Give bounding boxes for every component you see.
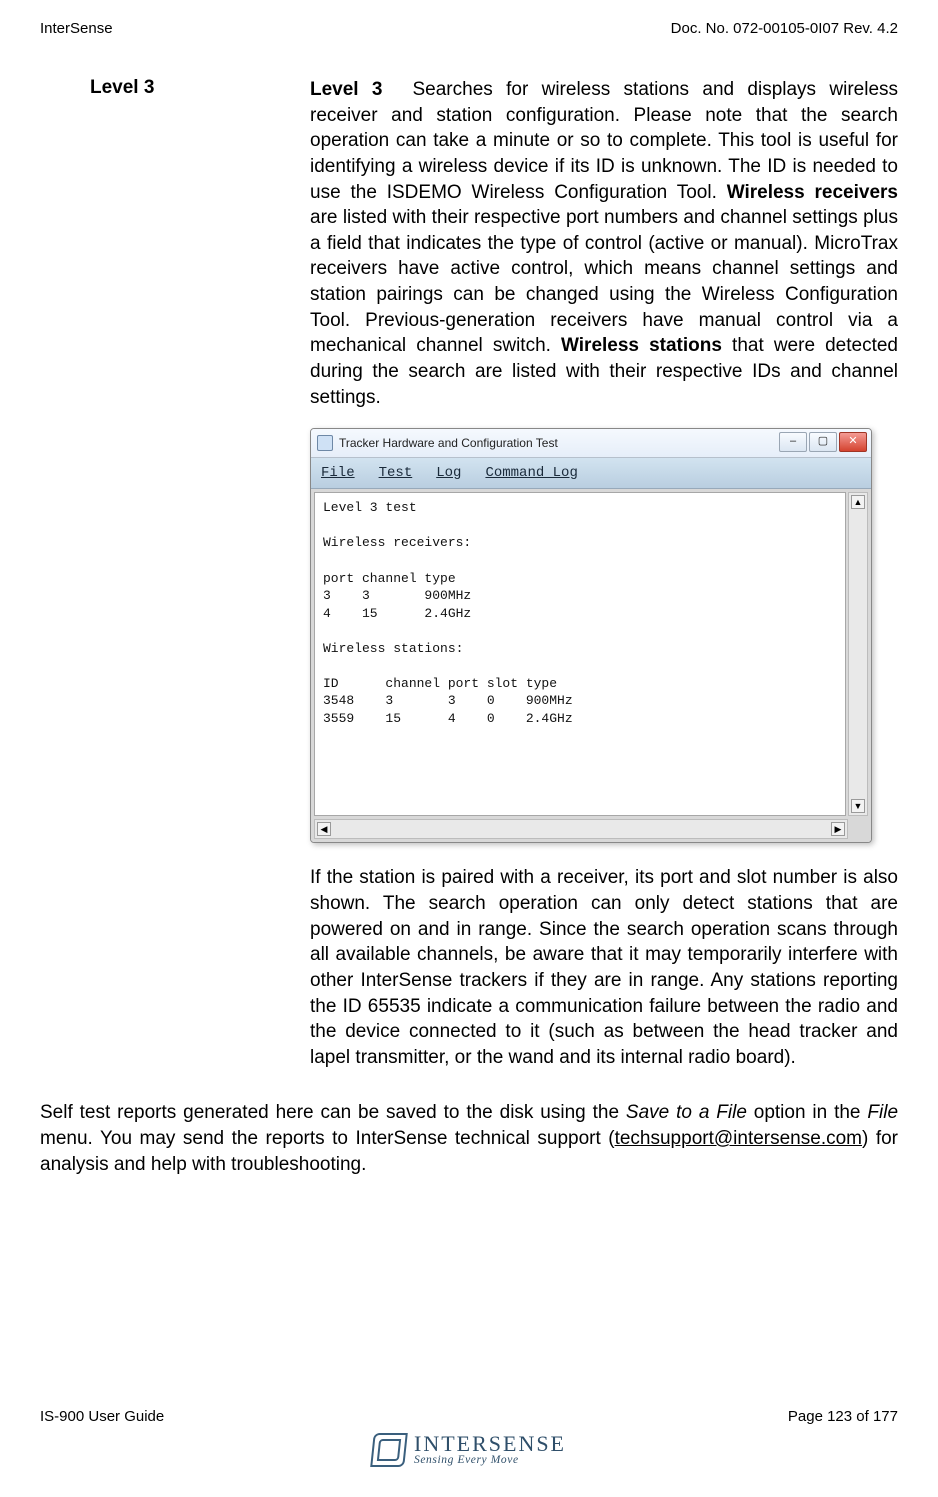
bp-file-menu: File (867, 1102, 898, 1123)
section-lead-bold: Level 3 (310, 79, 383, 100)
scroll-left-arrow-icon[interactable]: ◀ (317, 822, 331, 836)
menu-command-log[interactable]: Command Log (485, 464, 577, 483)
page-header: InterSense Doc. No. 072-00105-0I07 Rev. … (40, 20, 898, 37)
scroll-corner (848, 819, 868, 839)
document-page: InterSense Doc. No. 072-00105-0I07 Rev. … (0, 0, 938, 1497)
p1-bold1: Wireless receivers (727, 182, 898, 203)
close-button[interactable]: ✕ (839, 432, 867, 452)
level3-section: Level 3 Level 3Searches for wireless sta… (40, 77, 898, 1070)
app-window: Tracker Hardware and Configuration Test … (310, 428, 872, 843)
window-titlebar[interactable]: Tracker Hardware and Configuration Test … (311, 429, 871, 458)
bottom-paragraph: Self test reports generated here can be … (40, 1100, 898, 1177)
horizontal-scrollbar[interactable]: ◀ ▶ (314, 819, 848, 839)
window-title-text: Tracker Hardware and Configuration Test (339, 435, 558, 451)
logo-brand: INTERSENSE (414, 1433, 566, 1455)
window-app-icon (317, 435, 333, 451)
minimize-button[interactable]: – (779, 432, 807, 452)
vertical-scrollbar[interactable]: ▲ ▼ (848, 492, 868, 816)
scroll-down-arrow-icon[interactable]: ▼ (851, 799, 865, 813)
menu-log[interactable]: Log (436, 464, 461, 483)
bp-t3: menu. You may send the reports to InterS… (40, 1128, 615, 1149)
header-right: Doc. No. 072-00105-0I07 Rev. 4.2 (671, 20, 898, 37)
section-body: Level 3Searches for wireless stations an… (310, 77, 898, 1070)
hscroll-row: ◀ ▶ (311, 819, 871, 842)
footer-left: IS-900 User Guide (40, 1408, 164, 1425)
window-menubar: File Test Log Command Log (311, 458, 871, 489)
section-label: Level 3 (40, 77, 310, 1070)
header-left: InterSense (40, 20, 113, 37)
section-para2: If the station is paired with a receiver… (310, 865, 898, 1070)
logo-tagline: Sensing Every Move (414, 1455, 566, 1467)
menu-test[interactable]: Test (379, 464, 413, 483)
intersense-logo-icon (370, 1433, 408, 1467)
scroll-right-arrow-icon[interactable]: ▶ (831, 822, 845, 836)
bp-t2: option in the (747, 1102, 868, 1123)
window-controls: – ▢ ✕ (779, 432, 867, 452)
scroll-up-arrow-icon[interactable]: ▲ (851, 495, 865, 509)
section-para1: Level 3Searches for wireless stations an… (310, 77, 898, 410)
footer-line: IS-900 User Guide Page 123 of 177 (40, 1408, 898, 1425)
bp-t1: Self test reports generated here can be … (40, 1102, 626, 1123)
support-email-link[interactable]: techsupport@intersense.com (615, 1128, 862, 1149)
menu-file[interactable]: File (321, 464, 355, 483)
bp-save-to-file: Save to a File (626, 1102, 747, 1123)
footer-right: Page 123 of 177 (788, 1408, 898, 1425)
window-client-area: Level 3 test Wireless receivers: port ch… (311, 489, 871, 819)
console-output[interactable]: Level 3 test Wireless receivers: port ch… (314, 492, 846, 816)
maximize-button[interactable]: ▢ (809, 432, 837, 452)
p1-bold2: Wireless stations (561, 335, 722, 356)
page-footer: IS-900 User Guide Page 123 of 177 INTERS… (40, 1408, 898, 1467)
footer-logo: INTERSENSE Sensing Every Move (40, 1433, 898, 1467)
logo-text: INTERSENSE Sensing Every Move (414, 1433, 566, 1467)
